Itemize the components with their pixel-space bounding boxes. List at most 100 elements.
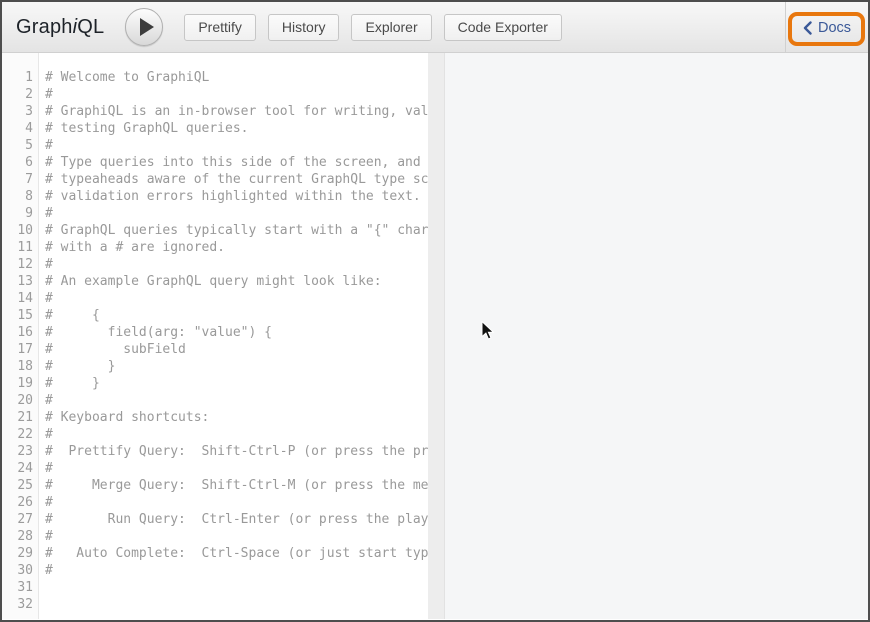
code-line[interactable]: 4 # testing GraphQL queries.: [2, 120, 428, 137]
line-number: 22: [2, 426, 33, 443]
explorer-button[interactable]: Explorer: [351, 14, 431, 41]
code-line[interactable]: 29 # Auto Complete: Ctrl-Space (or just s…: [2, 545, 428, 562]
code-line-text: # {: [45, 307, 428, 324]
line-number: 13: [2, 273, 33, 290]
app-logo: GraphiQL: [16, 16, 104, 39]
line-number: 16: [2, 324, 33, 341]
line-number: 14: [2, 290, 33, 307]
code-line-text: #: [45, 494, 428, 511]
line-number: 17: [2, 341, 33, 358]
code-line[interactable]: 24#: [2, 460, 428, 477]
code-line[interactable]: 30 #: [2, 562, 428, 579]
code-line-text: #: [45, 528, 428, 545]
code-line[interactable]: 2#: [2, 86, 428, 103]
code-line[interactable]: 23 # Prettify Query: Shift-Ctrl-P (or pre…: [2, 443, 428, 460]
code-line[interactable]: 11# with a # are ignored.: [2, 239, 428, 256]
code-line-text: # typeaheads aware of the current GraphQ…: [45, 171, 428, 188]
code-line-text: # testing GraphQL queries.: [45, 120, 428, 137]
line-number: 25: [2, 477, 33, 494]
code-line-text: # Keyboard shortcuts:: [45, 409, 428, 426]
prettify-button[interactable]: Prettify: [184, 14, 256, 41]
query-editor[interactable]: 1# Welcome to GraphiQL2#3# GraphiQL is a…: [2, 53, 428, 619]
line-number: 28: [2, 528, 33, 545]
code-line[interactable]: 19 # }: [2, 375, 428, 392]
code-line-text: #: [45, 562, 428, 579]
line-number: 24: [2, 460, 33, 477]
execute-query-button[interactable]: [125, 8, 163, 46]
line-number: 6: [2, 154, 33, 171]
code-line[interactable]: 5#: [2, 137, 428, 154]
code-line[interactable]: 6 # Type queries into this side of the sc…: [2, 154, 428, 171]
code-line-text: # An example GraphQL query might look li…: [45, 273, 428, 290]
code-line[interactable]: 15 # {: [2, 307, 428, 324]
code-line[interactable]: 25# Merge Query: Shift-Ctrl-M (or press …: [2, 477, 428, 494]
code-line[interactable]: 22 #: [2, 426, 428, 443]
toolbar: GraphiQL Prettify History Explorer Code …: [2, 2, 868, 53]
code-line-text: #: [45, 392, 428, 409]
line-number: 23: [2, 443, 33, 460]
chevron-left-icon: [803, 21, 812, 35]
code-line[interactable]: 12#: [2, 256, 428, 273]
docs-button-label: Docs: [818, 20, 851, 36]
code-line[interactable]: 26 #: [2, 494, 428, 511]
code-exporter-button[interactable]: Code Exporter: [444, 14, 562, 41]
main-split: 1# Welcome to GraphiQL2#3# GraphiQL is a…: [2, 53, 868, 619]
line-number: 11: [2, 239, 33, 256]
line-number: 10: [2, 222, 33, 239]
line-number: 15: [2, 307, 33, 324]
play-icon: [140, 18, 154, 36]
code-line-text: # validation errors highlighted within t…: [45, 188, 428, 205]
code-line[interactable]: 16 # field(arg: "value") {: [2, 324, 428, 341]
line-number: 29: [2, 545, 33, 562]
line-number: 4: [2, 120, 33, 137]
code-line[interactable]: 32: [2, 596, 428, 613]
line-number: 2: [2, 86, 33, 103]
code-line-text: # Welcome to GraphiQL: [45, 69, 428, 86]
code-line-text: #: [45, 137, 428, 154]
line-number: 7: [2, 171, 33, 188]
code-line[interactable]: 9#: [2, 205, 428, 222]
response-pane: [445, 53, 868, 619]
code-line-text: # field(arg: "value") {: [45, 324, 428, 341]
docs-button[interactable]: Docs: [797, 19, 857, 37]
pane-resize-divider[interactable]: [428, 53, 445, 619]
logo-text: Graph: [16, 16, 73, 38]
line-number: 32: [2, 596, 33, 613]
code-line-text: # }: [45, 358, 428, 375]
code-line-text: #: [45, 426, 428, 443]
code-line[interactable]: 3# GraphiQL is an in-browser tool for wr…: [2, 103, 428, 120]
code-line-text: #: [45, 205, 428, 222]
logo-text: QL: [77, 16, 104, 38]
code-line[interactable]: 13 # An example GraphQL query might look …: [2, 273, 428, 290]
code-line[interactable]: 21# Keyboard shortcuts:: [2, 409, 428, 426]
line-number: 5: [2, 137, 33, 154]
line-number: 8: [2, 188, 33, 205]
code-line[interactable]: 8 # validation errors highlighted within …: [2, 188, 428, 205]
code-line-text: # GraphQL queries typically start with a…: [45, 222, 428, 239]
code-line-text: #: [45, 86, 428, 103]
line-number: 18: [2, 358, 33, 375]
code-line-text: # Run Query: Ctrl-Enter (or press the pl…: [45, 511, 428, 528]
code-line[interactable]: 7 # typeaheads aware of the current Graph…: [2, 171, 428, 188]
code-line[interactable]: 28 #: [2, 528, 428, 545]
code-line-text: # Auto Complete: Ctrl-Space (or just sta…: [45, 545, 428, 562]
code-line-text: # GraphiQL is an in-browser tool for wri…: [45, 103, 428, 120]
editor-lines[interactable]: 1# Welcome to GraphiQL2#3# GraphiQL is a…: [2, 53, 428, 613]
code-line-text: # Type queries into this side of the scr…: [45, 154, 428, 171]
code-line[interactable]: 27# Run Query: Ctrl-Enter (or press the …: [2, 511, 428, 528]
code-line[interactable]: 18 # }: [2, 358, 428, 375]
line-number: 19: [2, 375, 33, 392]
code-line[interactable]: 14#: [2, 290, 428, 307]
code-line[interactable]: 31: [2, 579, 428, 596]
code-line-text: # }: [45, 375, 428, 392]
code-line[interactable]: 20#: [2, 392, 428, 409]
line-number: 26: [2, 494, 33, 511]
line-number: 30: [2, 562, 33, 579]
code-line-text: [45, 579, 428, 596]
code-line-text: # Prettify Query: Shift-Ctrl-P (or press…: [45, 443, 428, 460]
code-line[interactable]: 17# subField: [2, 341, 428, 358]
code-line[interactable]: 10 # GraphQL queries typically start with…: [2, 222, 428, 239]
code-line[interactable]: 1# Welcome to GraphiQL: [2, 69, 428, 86]
history-button[interactable]: History: [268, 14, 340, 41]
code-line-text: [45, 596, 428, 613]
